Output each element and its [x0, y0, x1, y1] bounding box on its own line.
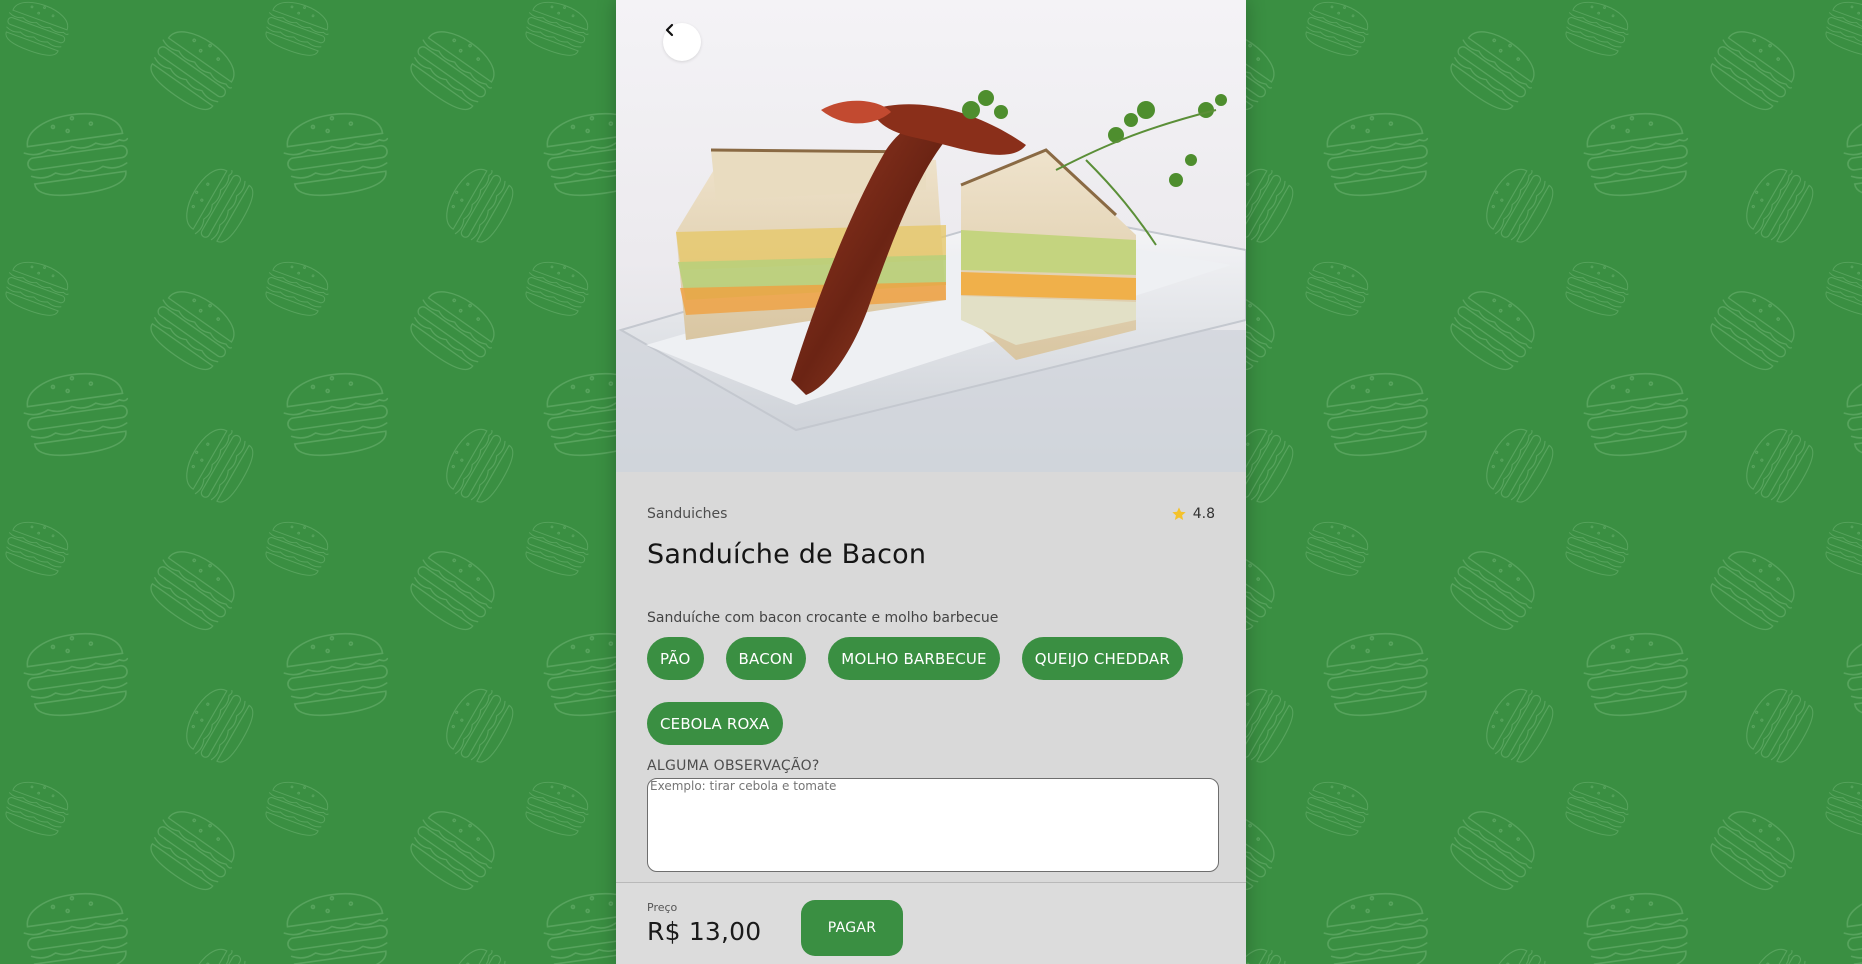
back-button[interactable]: [663, 23, 701, 61]
product-rating: 4.8: [1171, 506, 1215, 522]
ingredient-chip-queijo-cheddar[interactable]: QUEIJO CHEDDAR: [1021, 637, 1183, 680]
checkout-footer: Preço R$ 13,00 PAGAR: [616, 882, 1246, 964]
price-value: R$ 13,00: [647, 917, 762, 946]
product-detail-card: Sanduiches 4.8 Sanduíche de Bacon Sanduí…: [616, 0, 1246, 964]
ingredient-chip-bacon[interactable]: BACON: [725, 637, 807, 680]
product-category: Sanduiches: [647, 506, 728, 522]
rating-value: 4.8: [1192, 506, 1215, 522]
price-label: Preço: [647, 901, 678, 914]
product-image: [616, 0, 1246, 472]
product-info: Sanduiches 4.8 Sanduíche de Bacon Sanduí…: [616, 472, 1246, 872]
observation-field[interactable]: [647, 778, 1219, 872]
pay-button[interactable]: PAGAR: [801, 900, 903, 956]
ingredient-chip-pao[interactable]: PÃO: [647, 637, 704, 680]
ingredient-chip-molho-barbecue[interactable]: MOLHO BARBECUE: [828, 637, 1000, 680]
observation-label: ALGUMA OBSERVAÇÃO?: [647, 758, 820, 774]
product-title: Sanduíche de Bacon: [647, 539, 927, 570]
star-icon: [1172, 507, 1186, 520]
product-description: Sanduíche com bacon crocante e molho bar…: [647, 610, 999, 626]
ingredient-chip-cebola-roxa[interactable]: CEBOLA ROXA: [647, 702, 783, 745]
ingredient-list: PÃO BACON MOLHO BARBECUE QUEIJO CHEDDAR …: [647, 637, 1207, 745]
chevron-left-icon: [665, 23, 674, 37]
